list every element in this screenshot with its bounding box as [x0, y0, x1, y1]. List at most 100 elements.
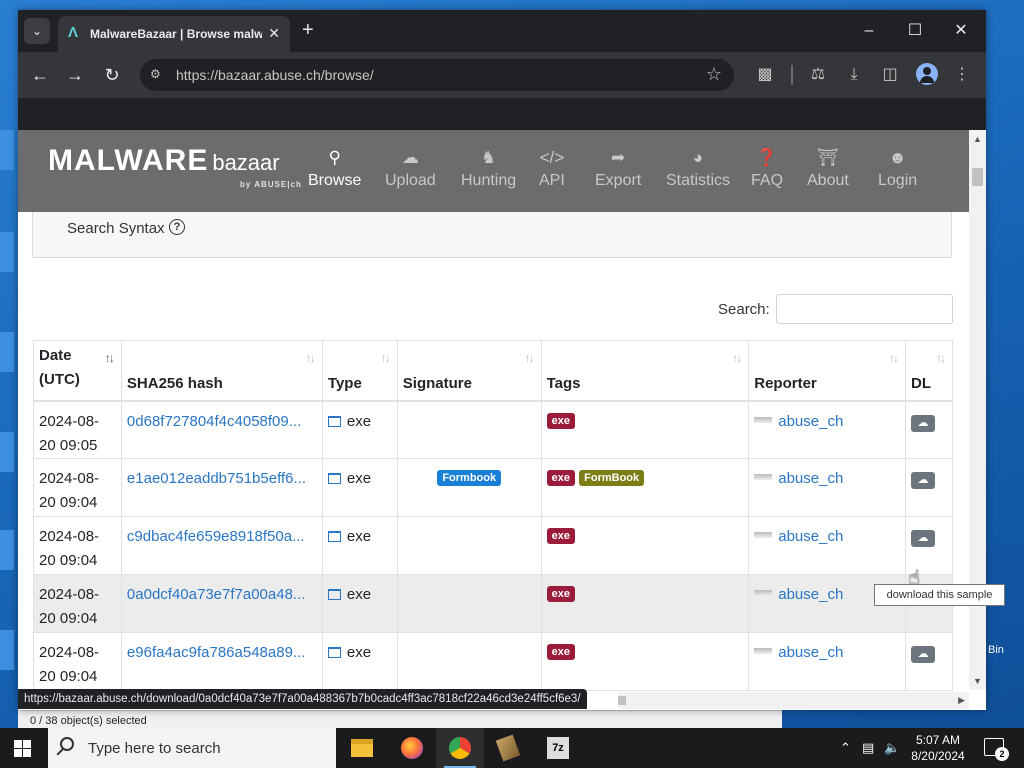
- hash-link[interactable]: e96fa4ac9fa786a548a89...: [127, 644, 306, 661]
- address-bar[interactable]: ⚙ https://bazaar.abuse.ch/browse/ ☆: [140, 59, 734, 91]
- tag-badge-exe[interactable]: exe: [546, 586, 575, 602]
- reporter-link[interactable]: abuse_ch: [778, 528, 843, 545]
- cell-type: exe: [321, 574, 398, 633]
- site-logo[interactable]: MALWARE bazaar: [48, 144, 280, 178]
- bookmark-star-icon[interactable]: ☆: [706, 64, 722, 85]
- table-search-input[interactable]: [776, 294, 953, 324]
- taskbar-7zip[interactable]: 7z: [534, 728, 582, 768]
- hash-link[interactable]: 0a0dcf40a73e7f7a00a48...: [127, 586, 306, 603]
- notification-center-icon[interactable]: 2: [984, 738, 1009, 761]
- type-text: exe: [346, 644, 372, 661]
- recycle-bin-icon[interactable]: Bin: [984, 620, 1024, 680]
- minimize-icon[interactable]: –: [846, 18, 892, 44]
- horizontal-scrollbar[interactable]: ▶: [618, 692, 969, 709]
- taskbar-clock[interactable]: 5:07 AM 8/20/2024: [902, 732, 974, 764]
- reporter-link[interactable]: abuse_ch: [778, 644, 843, 661]
- cell-signature: [396, 574, 542, 633]
- col-date[interactable]: Date (UTC) ↑↓: [33, 340, 122, 402]
- taskbar-app-tool[interactable]: [486, 728, 534, 768]
- col-type[interactable]: Type ↑↓: [321, 340, 398, 402]
- desktop-icon-partial[interactable]: [0, 130, 14, 170]
- signature-badge-formbook[interactable]: Formbook: [437, 470, 502, 486]
- col-hash[interactable]: SHA256 hash ↑↓: [120, 340, 323, 402]
- scroll-right-arrow-icon[interactable]: ▶: [958, 695, 965, 706]
- reporter-link[interactable]: abuse_ch: [778, 413, 843, 430]
- nav-api[interactable]: </> API: [539, 148, 565, 190]
- profile-avatar-icon[interactable]: [916, 63, 938, 85]
- tag-badge-exe[interactable]: exe: [546, 470, 575, 486]
- back-icon[interactable]: ←: [27, 62, 53, 88]
- cell-dl: ☁: [905, 632, 953, 691]
- col-tags-label: Tags: [546, 374, 581, 392]
- desktop-icon-partial[interactable]: [0, 232, 14, 272]
- nav-about[interactable]: ⛩ About: [807, 148, 849, 190]
- window-icon: [327, 647, 341, 658]
- hash-link[interactable]: c9dbac4fe659e8918f50a...: [127, 528, 305, 545]
- tab-search-button[interactable]: ⌄: [24, 18, 50, 44]
- scrollbar-thumb[interactable]: [972, 168, 983, 186]
- scroll-down-arrow-icon[interactable]: ▼: [973, 676, 982, 686]
- desktop-icon-partial[interactable]: [0, 432, 14, 472]
- reporter-link[interactable]: abuse_ch: [778, 470, 843, 487]
- col-tags[interactable]: Tags ↑↓: [540, 340, 750, 402]
- download-cloud-icon[interactable]: ☁: [911, 414, 935, 432]
- hash-link[interactable]: e1ae012eaddb751b5eff6...: [127, 470, 306, 487]
- cell-date: 2024-08- 20 09:04: [33, 458, 122, 517]
- tab-malwarebazaar[interactable]: Λ MalwareBazaar | Browse malware ✕: [58, 16, 290, 52]
- menu-kebab-icon[interactable]: ⋮: [949, 62, 975, 88]
- search-syntax-link[interactable]: Search Syntax: [67, 220, 165, 237]
- cell-hash: 0d68f727804f4c4058f09...: [120, 400, 323, 459]
- nav-export-label: Export: [595, 172, 642, 189]
- nav-browse[interactable]: ⚲ Browse: [308, 148, 361, 190]
- windows-start-icon[interactable]: [14, 740, 31, 757]
- cell-signature: [396, 400, 542, 459]
- close-window-icon[interactable]: ✕: [938, 18, 984, 44]
- cell-type: exe: [321, 400, 398, 459]
- download-cloud-icon[interactable]: ☁: [911, 472, 935, 489]
- h-scrollbar-thumb[interactable]: [618, 696, 626, 705]
- reload-icon[interactable]: ↻: [99, 62, 125, 88]
- forward-icon[interactable]: →: [62, 62, 88, 88]
- volume-muted-icon[interactable]: 🔈: [884, 740, 900, 756]
- nav-login[interactable]: ☻ Login: [878, 148, 917, 190]
- help-circle-icon[interactable]: ?: [169, 219, 185, 235]
- nav-statistics[interactable]: ◕ Statistics: [666, 148, 730, 190]
- extensions-icon[interactable]: ▩: [752, 62, 778, 88]
- side-panel-icon[interactable]: ◫: [877, 62, 903, 88]
- desktop-icon-partial[interactable]: [0, 630, 14, 670]
- tag-badge-formbook[interactable]: FormBook: [579, 470, 645, 486]
- cell-date: 2024-08- 20 09:04: [33, 632, 122, 691]
- nav-hunting[interactable]: ♞ Hunting: [461, 148, 516, 190]
- hash-link[interactable]: 0d68f727804f4c4058f09...: [127, 413, 301, 430]
- tray-chevron-icon[interactable]: ⌃: [840, 740, 851, 756]
- col-dl[interactable]: DL ↑↓: [905, 340, 953, 402]
- reporter-link[interactable]: abuse_ch: [778, 586, 843, 603]
- desktop-icon-partial[interactable]: [0, 332, 14, 372]
- site-info-icon[interactable]: ⚙: [150, 67, 164, 81]
- labs-flask-icon[interactable]: ⚖: [805, 62, 831, 88]
- nav-upload[interactable]: ☁ Upload: [385, 148, 436, 190]
- col-reporter[interactable]: Reporter ↑↓: [748, 340, 906, 402]
- downloads-icon[interactable]: ⤓: [841, 62, 867, 88]
- taskbar-search-placeholder: Type here to search: [88, 740, 221, 757]
- search-icon: ⚲: [328, 148, 341, 167]
- network-icon[interactable]: ▤: [862, 740, 874, 756]
- scroll-up-arrow-icon[interactable]: ▲: [973, 134, 982, 144]
- taskbar-chrome[interactable]: [436, 728, 484, 768]
- new-tab-icon[interactable]: +: [302, 20, 314, 40]
- close-tab-icon[interactable]: ✕: [268, 25, 280, 41]
- tag-badge-exe[interactable]: exe: [546, 644, 575, 660]
- nav-faq[interactable]: ❓ FAQ: [751, 148, 783, 190]
- vertical-scrollbar[interactable]: ▲ ▼: [969, 130, 986, 690]
- tag-badge-exe[interactable]: exe: [546, 412, 575, 429]
- col-signature[interactable]: Signature ↑↓: [396, 340, 542, 402]
- download-cloud-icon[interactable]: ☁: [911, 530, 935, 547]
- maximize-icon[interactable]: ☐: [892, 18, 938, 44]
- tag-badge-exe[interactable]: exe: [546, 528, 575, 544]
- desktop-icon-partial[interactable]: [0, 530, 14, 570]
- download-cloud-icon[interactable]: ☁: [911, 646, 935, 663]
- taskbar-search-box[interactable]: Type here to search: [48, 728, 336, 768]
- nav-export[interactable]: ➦ Export: [595, 148, 641, 190]
- taskbar-file-explorer[interactable]: [338, 728, 386, 768]
- taskbar-firefox[interactable]: [388, 728, 436, 768]
